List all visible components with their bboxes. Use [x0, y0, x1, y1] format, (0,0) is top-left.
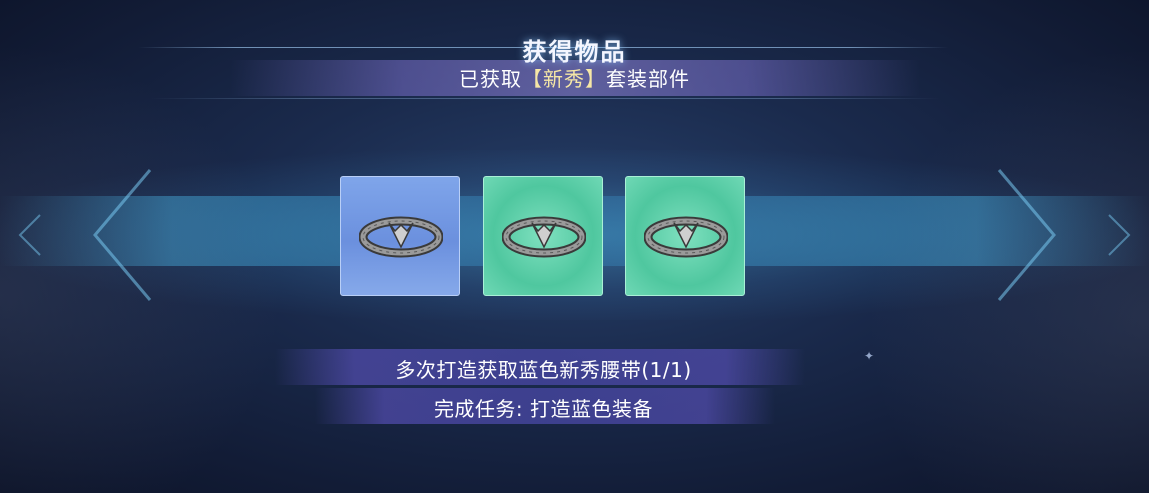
chevron-right-icon	[997, 169, 1131, 301]
belt-icon	[644, 216, 728, 258]
subtitle-prefix: 已获取	[459, 67, 522, 91]
sparkle-icon: ✦	[864, 349, 875, 363]
dialog-title: 获得物品	[522, 38, 627, 66]
header-divider-bottom	[150, 98, 940, 99]
subtitle-set-name: 【新秀】	[522, 67, 606, 91]
chevron-left-icon	[18, 169, 152, 301]
item-slot-green-belt-2[interactable]	[625, 176, 745, 296]
belt-icon	[359, 216, 443, 258]
item-slot-blue-belt[interactable]	[340, 176, 460, 296]
task-progress-text: 多次打造获取蓝色新秀腰带(1/1)	[395, 358, 692, 382]
item-slot-green-belt-1[interactable]	[483, 176, 603, 296]
task-objective-text: 完成任务: 打造蓝色装备	[433, 397, 654, 421]
subtitle-suffix: 套装部件	[606, 67, 690, 91]
belt-icon	[502, 216, 586, 258]
dialog-subtitle: 已获取【新秀】套装部件	[0, 63, 1149, 92]
